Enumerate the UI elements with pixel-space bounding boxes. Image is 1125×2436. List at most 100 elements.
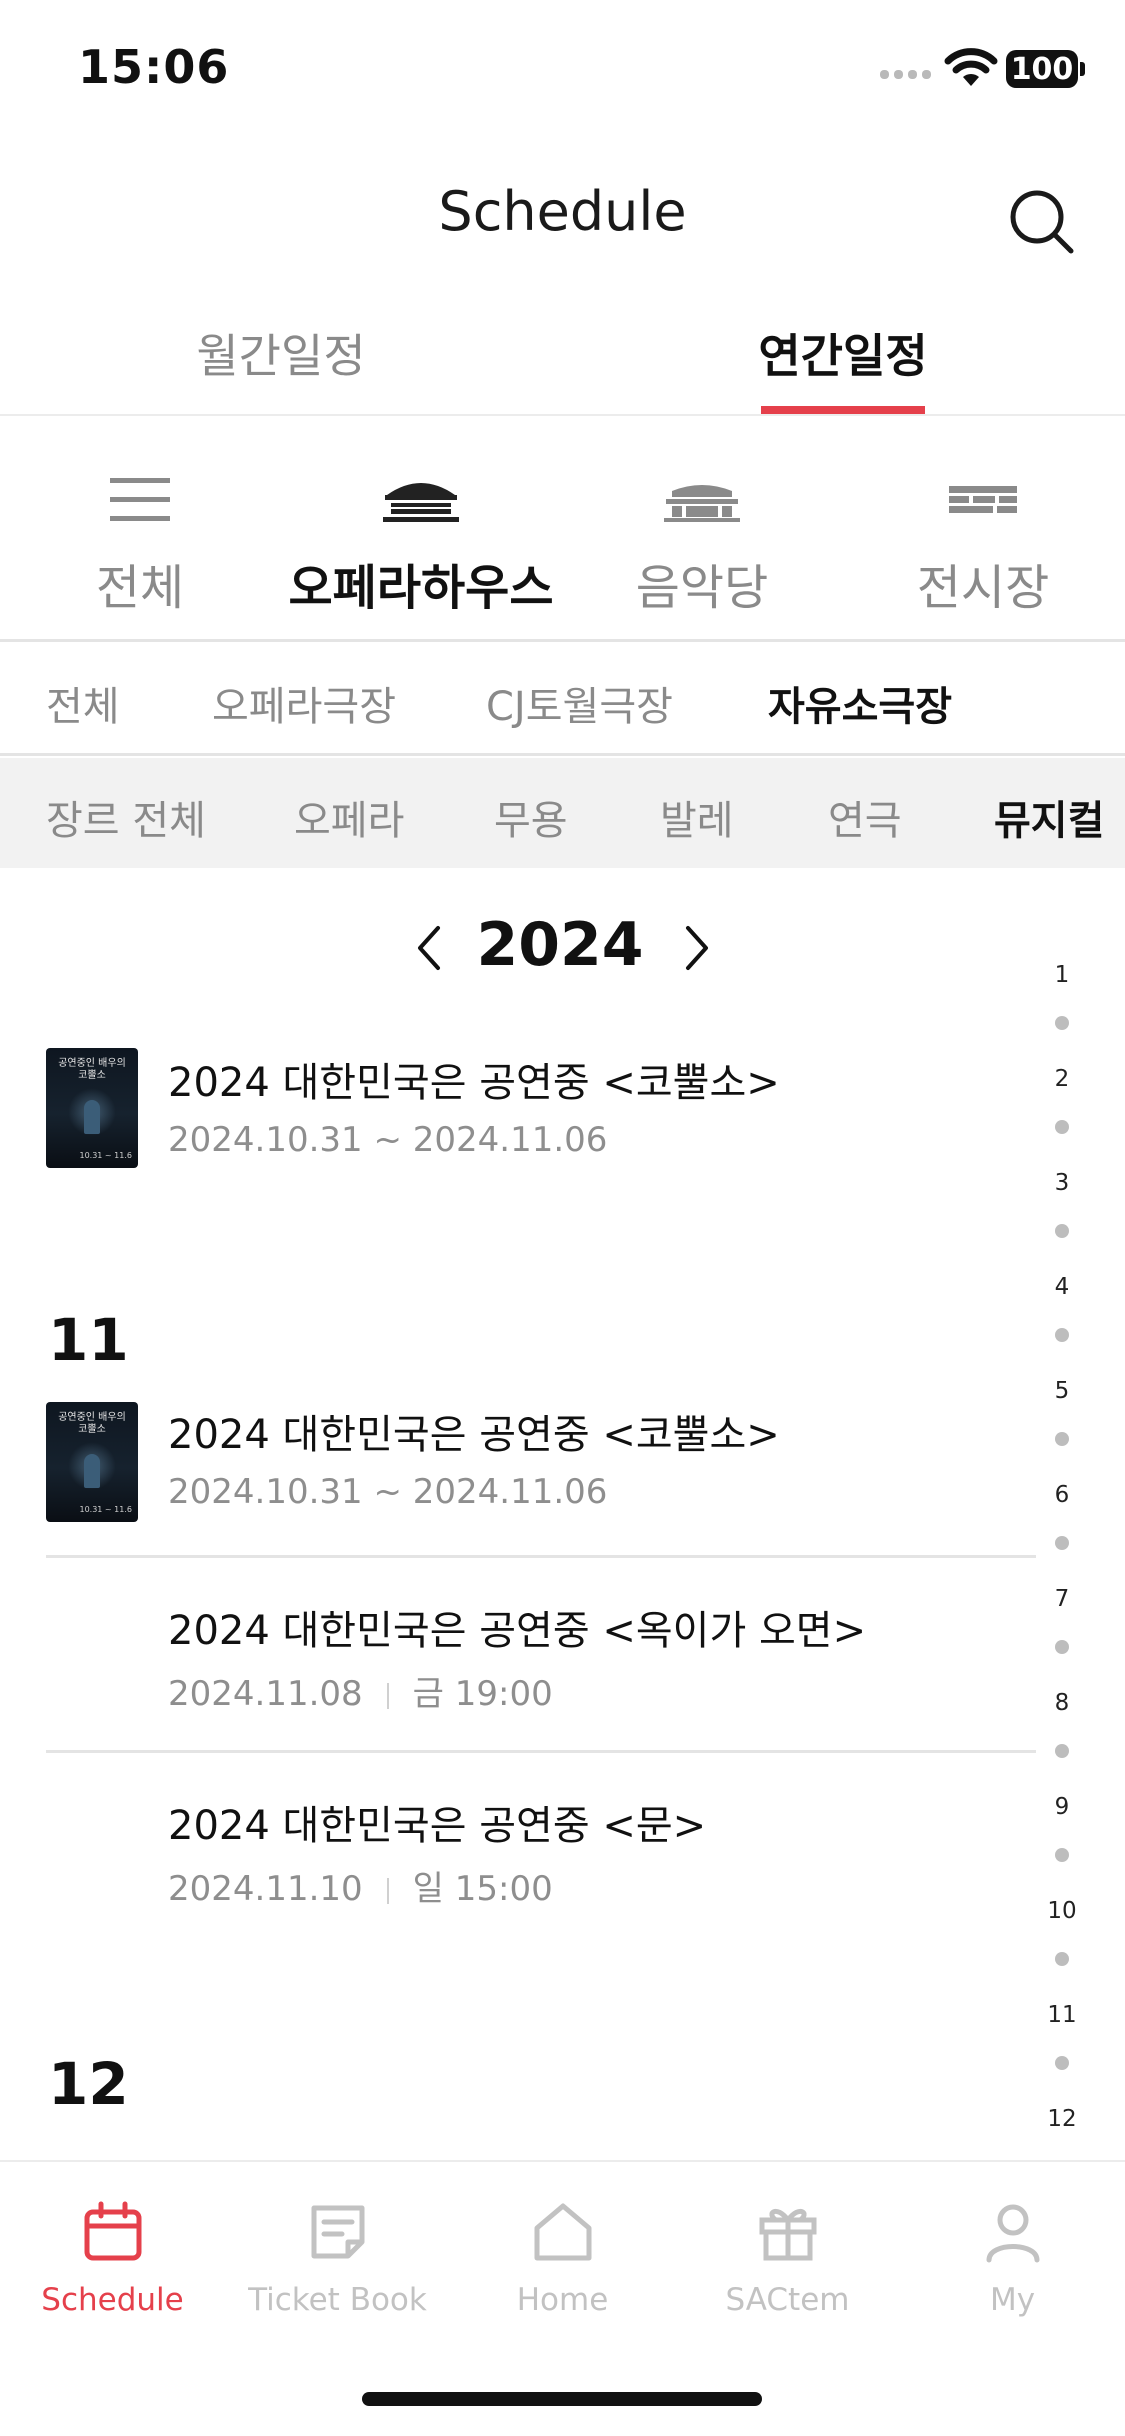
event-date: 2024.10.31 ~ 2024.11.06 (168, 1120, 608, 1160)
event-date-value: 2024.11.10 (168, 1869, 363, 1909)
hall-opera-theater[interactable]: 오페라극장 (212, 674, 396, 732)
month-index-8[interactable]: 8 (1040, 1690, 1084, 1716)
divider (46, 1555, 1036, 1558)
venue-label: 음악당 (635, 560, 769, 616)
ticket-book-icon (311, 2205, 364, 2259)
event-title: 2024 대한민국은 공연중 <코뿔소> (168, 1060, 780, 1106)
month-index-dot (1055, 1848, 1069, 1862)
event-date: 2024.11.08 금 19:00 (168, 1666, 553, 1715)
nav-label: Schedule (41, 2282, 184, 2318)
nav-ticket-book[interactable]: Ticket Book (225, 2196, 450, 2318)
opera-house-icon (383, 483, 459, 522)
genre-filter: 장르 전체 오페라 무용 발레 연극 뮤지컬 (0, 758, 1125, 868)
event-title: 2024 대한민국은 공연중 <코뿔소> (168, 1412, 780, 1458)
event-time: 일 15:00 (412, 1869, 553, 1909)
hall-filter: 전체 오페라극장 CJ토월극장 자유소극장 (0, 644, 1125, 756)
month-index-dot (1055, 1224, 1069, 1238)
month-index-9[interactable]: 9 (1040, 1794, 1084, 1820)
poster-title: 공연중인 배우의 코뿔소 (58, 1058, 126, 1081)
month-index-1[interactable]: 1 (1040, 962, 1084, 988)
month-index-2[interactable]: 2 (1040, 1066, 1084, 1092)
month-index-7[interactable]: 7 (1040, 1586, 1084, 1612)
month-index-dot (1055, 2056, 1069, 2070)
poster-dates: 10.31 ~ 11.6 (79, 1505, 132, 1514)
genre-dance[interactable]: 무용 (494, 788, 568, 846)
month-header: 11 (48, 1306, 129, 1374)
nav-schedule[interactable]: Schedule (0, 2196, 225, 2318)
schedule-tabs: 월간일정 연간일정 (0, 300, 1125, 416)
divider (46, 1750, 1036, 1753)
list-icon (110, 478, 170, 521)
search-icon[interactable] (1005, 185, 1077, 257)
venue-all[interactable]: 전체 (0, 470, 280, 618)
gift-icon (759, 2208, 816, 2261)
cellular-signal-icon (880, 70, 931, 79)
date-time-separator (386, 1682, 389, 1709)
status-time: 15:06 (78, 40, 230, 94)
venue-label: 전시장 (916, 560, 1050, 616)
nav-label: My (989, 2282, 1036, 2318)
event-poster: 공연중인 배우의 코뿔소 10.31 ~ 11.6 (46, 1402, 138, 1522)
event-time: 금 19:00 (412, 1674, 553, 1714)
venue-concert-hall[interactable]: 음악당 (562, 470, 842, 618)
venue-opera-house[interactable]: 오페라하우스 (281, 470, 561, 618)
venue-selector: 전체 오페라하우스 음악당 전시장 (0, 418, 1125, 642)
venue-label: 전체 (95, 560, 185, 616)
genre-ballet[interactable]: 발레 (660, 788, 734, 846)
genre-musical[interactable]: 뮤지컬 (994, 788, 1104, 846)
genre-opera[interactable]: 오페라 (294, 788, 404, 846)
home-indicator (362, 2392, 762, 2406)
month-index-dot (1055, 1432, 1069, 1446)
tab-yearly[interactable]: 연간일정 (562, 320, 1124, 386)
calendar-icon (84, 2201, 141, 2261)
nav-my[interactable]: My (900, 2196, 1125, 2318)
hall-jayu-theater[interactable]: 자유소극장 (768, 674, 952, 732)
event-date: 2024.11.10 일 15:00 (168, 1861, 553, 1910)
genre-all[interactable]: 장르 전체 (46, 788, 206, 846)
month-index-dot (1055, 1120, 1069, 1134)
month-index-12[interactable]: 12 (1040, 2106, 1084, 2132)
tab-active-indicator (761, 406, 925, 414)
nav-label: SACtem (725, 2282, 850, 2318)
month-index-5[interactable]: 5 (1040, 1378, 1084, 1404)
next-year-button[interactable] (676, 920, 716, 976)
year-label: 2024 (476, 910, 644, 980)
tab-monthly[interactable]: 월간일정 (0, 320, 562, 386)
venue-exhibition-hall[interactable]: 전시장 (843, 470, 1123, 618)
event-date: 2024.10.31 ~ 2024.11.06 (168, 1472, 608, 1512)
venue-label: 오페라하우스 (288, 560, 554, 616)
month-index-dot (1055, 1744, 1069, 1758)
month-index-dot (1055, 1328, 1069, 1342)
nav-label: Ticket Book (248, 2282, 427, 2318)
status-bar: 15:06 100 (0, 0, 1125, 140)
month-index-dot (1055, 1952, 1069, 1966)
month-index-10[interactable]: 10 (1040, 1898, 1084, 1924)
month-header: 12 (48, 2050, 129, 2118)
nav-home[interactable]: Home (450, 2196, 675, 2318)
month-index-dot (1055, 1016, 1069, 1030)
wifi-icon (944, 48, 998, 86)
month-index-dot (1055, 1640, 1069, 1654)
genre-theater[interactable]: 연극 (828, 788, 902, 846)
battery-nub (1080, 62, 1085, 76)
exhibition-hall-icon (949, 486, 1017, 513)
user-icon (986, 2204, 1039, 2263)
month-index-3[interactable]: 3 (1040, 1170, 1084, 1196)
concert-hall-icon (664, 485, 740, 522)
hall-all[interactable]: 전체 (46, 674, 120, 732)
poster-dates: 10.31 ~ 11.6 (79, 1151, 132, 1160)
poster-title: 공연중인 배우의 코뿔소 (58, 1412, 126, 1435)
hall-cj-towol-theater[interactable]: CJ토월극장 (486, 674, 673, 732)
nav-label: Home (516, 2282, 609, 2318)
nav-sactem[interactable]: SACtem (675, 2196, 900, 2318)
month-index-4[interactable]: 4 (1040, 1274, 1084, 1300)
month-index-6[interactable]: 6 (1040, 1482, 1084, 1508)
event-date-value: 2024.11.08 (168, 1674, 363, 1714)
event-title: 2024 대한민국은 공연중 <옥이가 오면> (168, 1608, 867, 1654)
battery-icon: 100 (1006, 50, 1078, 88)
event-title: 2024 대한민국은 공연중 <문> (168, 1803, 707, 1849)
page-title: Schedule (438, 180, 687, 243)
home-icon (534, 2203, 591, 2261)
date-time-separator (386, 1877, 389, 1904)
month-index-11[interactable]: 11 (1040, 2002, 1084, 2028)
